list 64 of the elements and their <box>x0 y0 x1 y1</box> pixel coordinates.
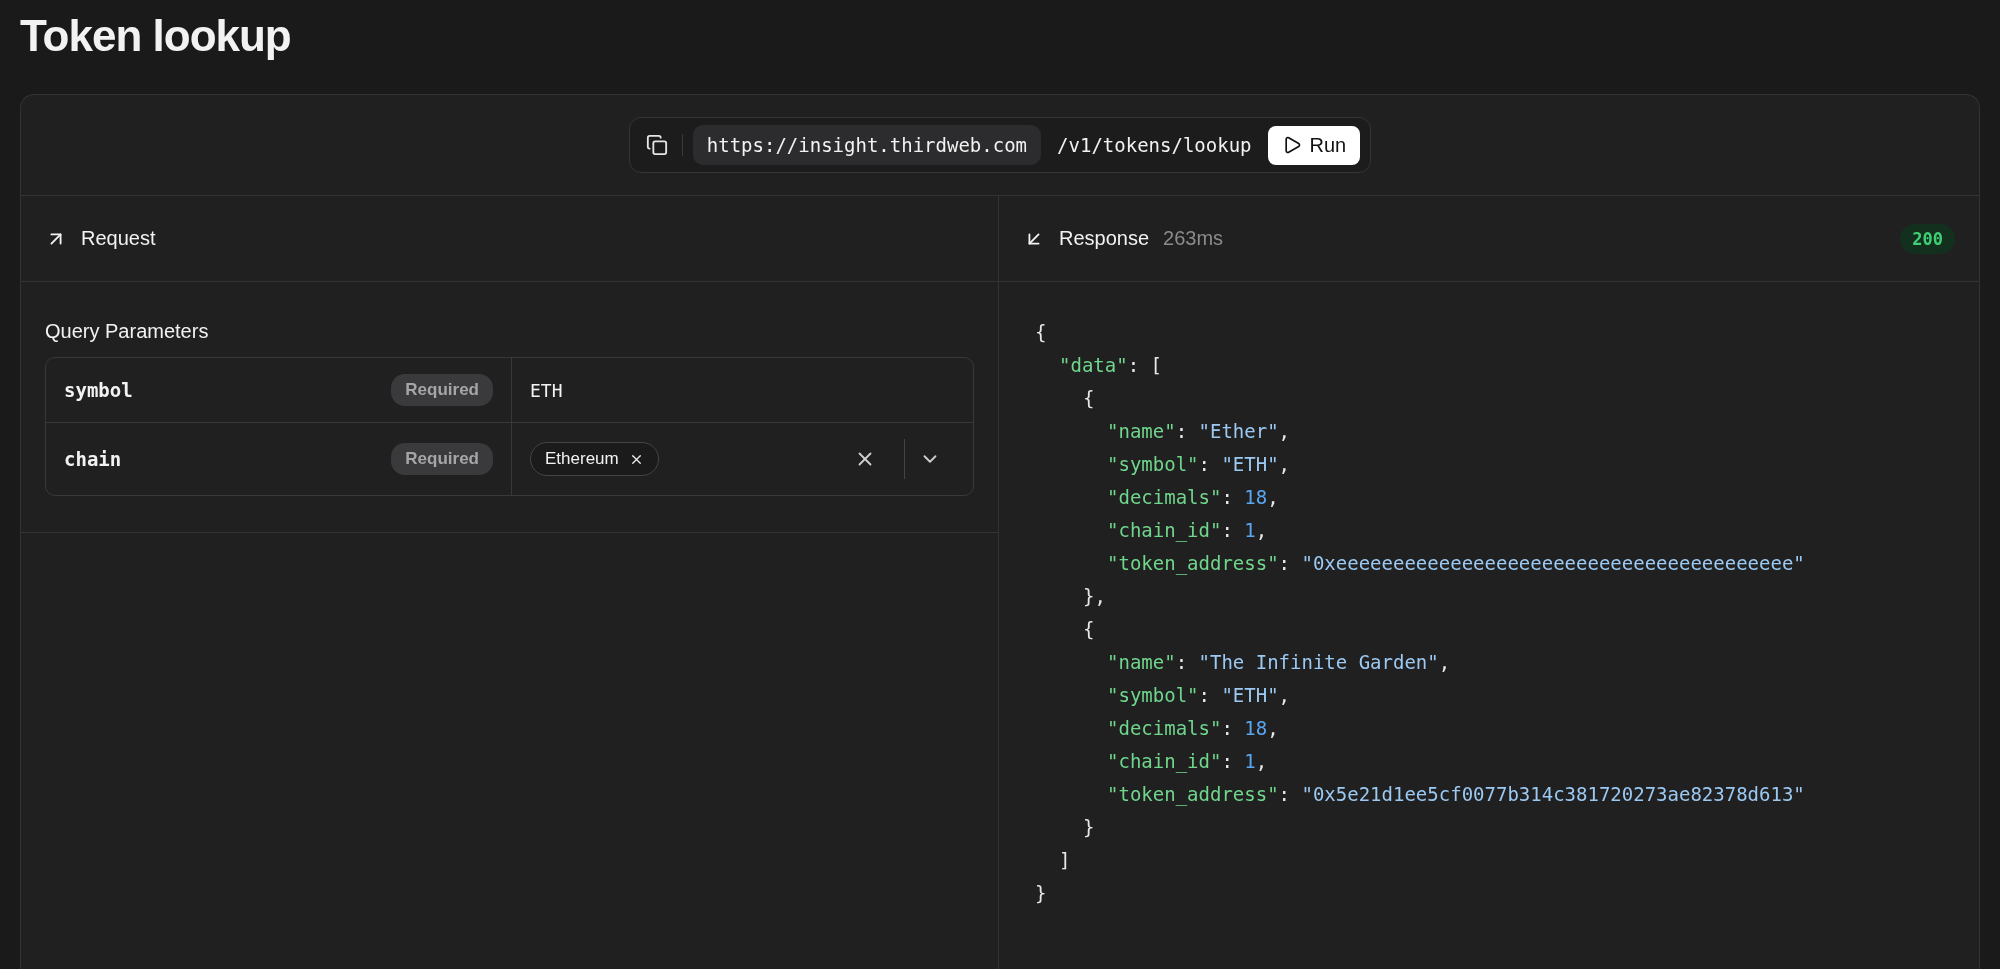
json-punctuation: } <box>1083 816 1095 838</box>
page-title: Token lookup <box>20 10 292 62</box>
json-punctuation: , <box>1278 453 1291 475</box>
json-punctuation: } <box>1035 882 1047 904</box>
request-title: Request <box>81 227 156 250</box>
json-key: "token_address" <box>1107 552 1279 574</box>
required-tag: Required <box>391 374 493 406</box>
json-punctuation: : <box>1278 552 1292 574</box>
json-punctuation: , <box>1267 486 1279 508</box>
json-key: "name" <box>1107 651 1176 673</box>
json-value: "ETH" <box>1221 453 1279 475</box>
section-title: Query Parameters <box>45 320 210 343</box>
json-key: "decimals" <box>1107 486 1222 508</box>
response-time: 263ms <box>1163 227 1224 250</box>
param-name: chain <box>64 448 122 470</box>
chain-chip[interactable]: Ethereum <box>530 442 659 476</box>
json-punctuation: : <box>1221 486 1234 508</box>
json-key: "symbol" <box>1107 684 1199 706</box>
json-punctuation: : <box>1198 453 1211 475</box>
json-key: "data" <box>1059 354 1128 376</box>
json-key: "chain_id" <box>1107 519 1222 541</box>
copy-icon[interactable] <box>645 134 683 156</box>
json-punctuation: { <box>1083 618 1095 640</box>
json-key: "token_address" <box>1107 783 1279 805</box>
json-value: "The Infinite Garden" <box>1198 651 1439 673</box>
json-punctuation: , <box>1255 519 1268 541</box>
required-tag: Required <box>391 443 493 475</box>
run-button[interactable]: Run <box>1267 125 1361 165</box>
json-punctuation: , <box>1438 651 1451 673</box>
json-punctuation: { <box>1083 387 1095 409</box>
json-value: "0xeeeeeeeeeeeeeeeeeeeeeeeeeeeeeeeeeeeeeeee" <box>1301 552 1805 574</box>
json-punctuation: : <box>1175 651 1189 673</box>
json-key: "chain_id" <box>1107 750 1222 772</box>
json-value: 18 <box>1244 717 1268 739</box>
json-value: 1 <box>1244 519 1256 541</box>
status-code: 200 <box>1900 223 1955 254</box>
json-key: "name" <box>1107 420 1176 442</box>
json-key: "symbol" <box>1107 453 1199 475</box>
json-punctuation: : <box>1127 354 1141 376</box>
json-punctuation: , <box>1278 420 1291 442</box>
json-punctuation: : <box>1175 420 1189 442</box>
json-punctuation: : <box>1221 750 1234 772</box>
json-punctuation: : <box>1278 783 1292 805</box>
json-punctuation: }, <box>1083 585 1106 607</box>
json-punctuation: , <box>1267 717 1279 739</box>
response-title: Response <box>1059 227 1150 250</box>
base-url: https://insight.thirdweb.com <box>692 125 1042 165</box>
json-value: "ETH" <box>1221 684 1279 706</box>
json-punctuation: , <box>1278 684 1291 706</box>
json-value: "0x5e21d1ee5cf0077b314c381720273ae82378d613" <box>1301 783 1805 805</box>
json-punctuation: , <box>1255 750 1268 772</box>
json-value: 18 <box>1244 486 1268 508</box>
json-value: 1 <box>1244 750 1256 772</box>
json-punctuation: : <box>1221 717 1234 739</box>
json-value: "Ether" <box>1198 420 1279 442</box>
endpoint-path: /v1/tokens/lookup <box>1056 134 1253 156</box>
param-value[interactable]: ETH <box>530 379 563 401</box>
json-punctuation: ] <box>1059 849 1071 871</box>
json-punctuation: { <box>1035 321 1047 343</box>
json-punctuation: : <box>1221 519 1234 541</box>
json-punctuation: [ <box>1150 354 1162 376</box>
param-name: symbol <box>64 379 133 401</box>
json-punctuation: : <box>1198 684 1211 706</box>
json-key: "decimals" <box>1107 717 1222 739</box>
